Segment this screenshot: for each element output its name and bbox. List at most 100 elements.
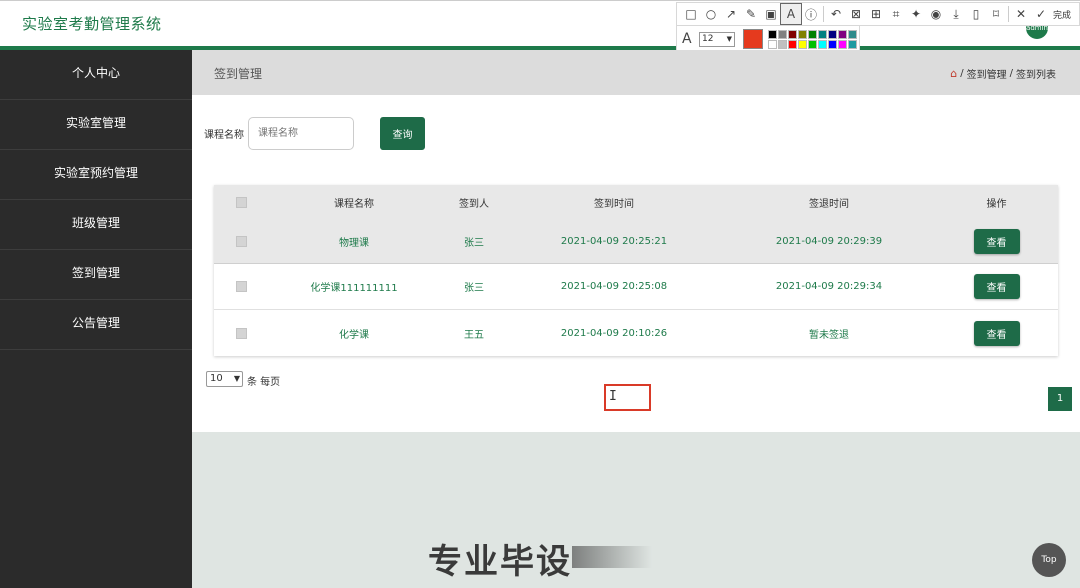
course-cell: 化学课111111111 bbox=[310, 283, 398, 294]
text-annotation-box[interactable]: I bbox=[604, 384, 651, 411]
ocr-tool-icon[interactable]: ⊞ bbox=[866, 4, 886, 24]
color-swatch[interactable] bbox=[838, 30, 847, 39]
color-swatch[interactable] bbox=[828, 30, 837, 39]
person-cell: 王五 bbox=[464, 329, 484, 341]
color-swatch[interactable] bbox=[818, 30, 827, 39]
column-header: 签退时间 bbox=[809, 198, 849, 210]
column-header: 操作 bbox=[986, 198, 1007, 210]
main-area: 签到管理 ⌂ / 签到管理 / 签到列表 课程名称 查询 课程名称 签到人 签到… bbox=[192, 50, 1080, 588]
color-swatch[interactable] bbox=[788, 40, 797, 49]
page-size-label: 条 每页 bbox=[247, 377, 281, 388]
search-label: 课程名称 bbox=[204, 130, 244, 141]
color-swatch[interactable] bbox=[778, 30, 787, 39]
breadcrumb-item: 签到列表 bbox=[1016, 70, 1056, 81]
person-cell: 张三 bbox=[464, 237, 484, 249]
font-size-value: 12 bbox=[702, 34, 714, 44]
view-button[interactable]: 查看 bbox=[973, 228, 1020, 254]
column-header: 签到人 bbox=[459, 198, 489, 210]
view-button[interactable]: 查看 bbox=[973, 274, 1020, 299]
view-button[interactable]: 查看 bbox=[973, 320, 1020, 346]
ellipse-tool-icon[interactable]: ○ bbox=[701, 4, 721, 24]
color-swatch[interactable] bbox=[768, 30, 777, 39]
arrow-tool-icon[interactable]: ↗ bbox=[721, 4, 741, 24]
color-swatch[interactable] bbox=[778, 40, 787, 49]
app-title: 实验室考勤管理系统 bbox=[22, 15, 162, 33]
sign-out-cell: 2021-04-09 20:29:34 bbox=[775, 281, 883, 292]
course-cell: 物理课 bbox=[339, 237, 369, 249]
annotation-toolbar: □ ○ ↗ ✎ ▣ A ⓘ ↶ ⊠ ⊞ ⌗ ✦ ◉ ⤓ ▯ ⌑ ✕ ✓ 完成 bbox=[676, 2, 1080, 26]
color-palette bbox=[768, 30, 857, 49]
sign-out-cell: 2021-04-09 20:29:39 bbox=[775, 235, 883, 247]
close-icon[interactable]: ✕ bbox=[1011, 4, 1031, 24]
color-swatch[interactable] bbox=[798, 40, 807, 49]
sidebar-item-classes[interactable]: 班级管理 bbox=[0, 200, 192, 250]
table-header-row: 课程名称 签到人 签到时间 签退时间 操作 bbox=[214, 185, 1058, 219]
sign-out-cell: 暂未签退 bbox=[809, 329, 849, 341]
table-row: 物理课 张三 2021-04-09 20:25:21 2021-04-09 20… bbox=[214, 219, 1058, 264]
sidebar-item-reservations[interactable]: 实验室预约管理 bbox=[0, 150, 192, 200]
sign-in-cell: 2021-04-09 20:25:21 bbox=[560, 235, 668, 247]
crop-tool-icon[interactable]: ⌗ bbox=[886, 4, 906, 24]
record-tool-icon[interactable]: ◉ bbox=[926, 4, 946, 24]
chevron-down-icon: ▼ bbox=[233, 374, 240, 383]
row-checkbox[interactable] bbox=[236, 327, 247, 339]
content-panel: 课程名称 查询 课程名称 签到人 签到时间 签退时间 操作 物理课 张三 202… bbox=[192, 95, 1080, 432]
action-cell: 查看 bbox=[964, 219, 1029, 263]
color-swatch[interactable] bbox=[808, 40, 817, 49]
sidebar-item-notices[interactable]: 公告管理 bbox=[0, 300, 192, 350]
page-size-select[interactable]: 10 ▼ bbox=[206, 371, 243, 387]
sidebar-item-checkin[interactable]: 签到管理 bbox=[0, 250, 192, 300]
sidebar-item-labs[interactable]: 实验室管理 bbox=[0, 100, 192, 150]
breadcrumb-separator: / bbox=[1009, 68, 1013, 79]
pin-tool-icon[interactable]: ✦ bbox=[906, 4, 926, 24]
pagination-page-button[interactable]: 1 bbox=[1048, 387, 1072, 411]
long-shot-tool-icon[interactable]: ▯ bbox=[966, 4, 986, 24]
download-tool-icon[interactable]: ⤓ bbox=[946, 4, 966, 24]
query-button[interactable]: 查询 bbox=[380, 117, 425, 150]
back-to-top-button[interactable]: Top bbox=[1032, 543, 1066, 577]
action-cell: 查看 bbox=[964, 264, 1029, 309]
page-title: 签到管理 bbox=[214, 67, 263, 81]
toolbar-divider bbox=[823, 6, 824, 22]
table-row: 化学课111111111 张三 2021-04-09 20:25:08 2021… bbox=[214, 264, 1058, 310]
select-all-cell bbox=[214, 185, 269, 219]
done-button[interactable]: 完成 bbox=[1053, 8, 1071, 21]
pencil-tool-icon[interactable]: ✎ bbox=[741, 4, 761, 24]
font-icon: A bbox=[682, 31, 692, 47]
text-cursor-icon: I bbox=[609, 389, 617, 404]
watermark-streak bbox=[572, 546, 652, 568]
color-swatch[interactable] bbox=[848, 30, 857, 39]
current-color-swatch[interactable] bbox=[743, 29, 763, 49]
color-swatch[interactable] bbox=[798, 30, 807, 39]
color-swatch[interactable] bbox=[788, 30, 797, 39]
row-select-cell bbox=[214, 219, 269, 263]
color-swatch[interactable] bbox=[828, 40, 837, 49]
color-swatch[interactable] bbox=[848, 40, 857, 49]
bookmark-tool-icon[interactable]: ⌑ bbox=[986, 4, 1006, 24]
undo-tool-icon[interactable]: ↶ bbox=[826, 4, 846, 24]
row-checkbox[interactable] bbox=[236, 235, 247, 247]
font-size-select[interactable]: 12 ▼ bbox=[699, 32, 735, 47]
color-swatch[interactable] bbox=[808, 30, 817, 39]
home-icon[interactable]: ⌂ bbox=[950, 67, 957, 80]
color-swatch[interactable] bbox=[768, 40, 777, 49]
sidebar: 个人中心 实验室管理 实验室预约管理 班级管理 签到管理 公告管理 bbox=[0, 50, 192, 588]
search-input[interactable] bbox=[248, 117, 354, 150]
person-cell: 张三 bbox=[464, 283, 484, 294]
image-tool-icon[interactable]: ⊠ bbox=[846, 4, 866, 24]
chevron-down-icon: ▼ bbox=[726, 35, 732, 43]
number-tool-icon[interactable]: ⓘ bbox=[801, 4, 821, 24]
breadcrumb-item[interactable]: 签到管理 bbox=[967, 66, 1007, 81]
text-tool-icon[interactable]: A bbox=[780, 3, 802, 25]
row-checkbox[interactable] bbox=[236, 281, 247, 292]
watermark-text: 专业毕设 bbox=[428, 542, 572, 582]
page-size-value: 10 bbox=[210, 373, 223, 384]
rectangle-tool-icon[interactable]: □ bbox=[681, 4, 701, 24]
action-cell: 查看 bbox=[964, 310, 1029, 356]
color-swatch[interactable] bbox=[838, 40, 847, 49]
select-all-checkbox[interactable] bbox=[236, 196, 247, 208]
color-swatch[interactable] bbox=[818, 40, 827, 49]
sidebar-item-profile[interactable]: 个人中心 bbox=[0, 50, 192, 100]
mosaic-tool-icon[interactable]: ▣ bbox=[761, 4, 781, 24]
check-icon[interactable]: ✓ bbox=[1031, 4, 1051, 24]
